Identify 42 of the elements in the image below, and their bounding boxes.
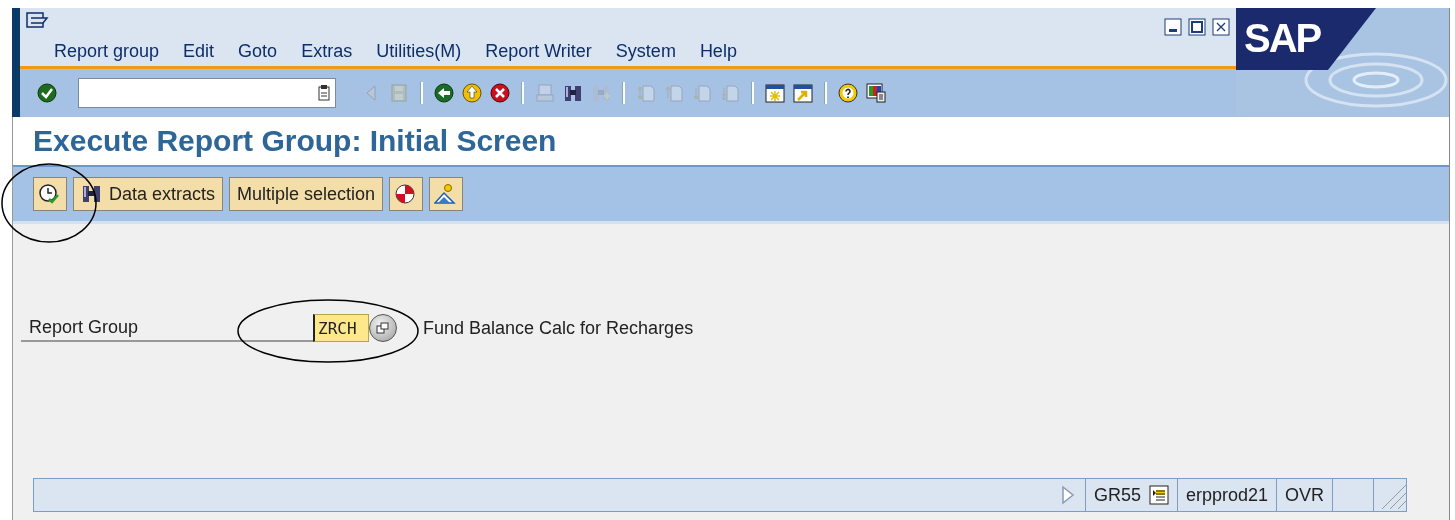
expand-triangle-icon[interactable] [1060, 485, 1075, 505]
menu-item[interactable]: Help [699, 41, 737, 62]
menu-item[interactable]: Report group [54, 41, 160, 62]
exit-icon[interactable] [461, 82, 483, 104]
mountain-button[interactable] [429, 177, 464, 211]
back-icon[interactable] [433, 82, 455, 104]
data-extracts-button[interactable]: Data extracts [73, 177, 224, 211]
new-window-icon[interactable] [764, 82, 786, 104]
multiple-selection-button[interactable]: Multiple selection [229, 177, 384, 211]
maximize-icon[interactable] [1188, 18, 1206, 36]
menu-item[interactable]: Goto [238, 41, 278, 62]
window-menu-icon[interactable] [26, 12, 50, 30]
minimize-icon[interactable] [1164, 18, 1182, 36]
windows-icon [376, 321, 390, 335]
input-field[interactable]: ZRCH [313, 314, 369, 342]
menu-item[interactable]: Utilities(M) [376, 41, 462, 62]
layout-icon[interactable] [865, 82, 887, 104]
input-mode: OVR [1276, 479, 1332, 511]
server-name: erpprod21 [1176, 479, 1276, 511]
field-description: Fund Balance Calc for Recharges [423, 317, 694, 339]
shortcut-icon[interactable] [792, 82, 814, 104]
cancel-icon[interactable] [489, 82, 511, 104]
logo: SAP [1244, 16, 1321, 61]
command-field[interactable] [78, 78, 336, 108]
transaction-code: GR55 [1093, 484, 1141, 506]
close-icon[interactable] [1212, 18, 1230, 36]
menu-item[interactable]: Extras [301, 41, 353, 62]
execute-button[interactable] [33, 177, 67, 211]
lifebuoy-button[interactable] [389, 177, 424, 211]
history-icon[interactable] [317, 84, 331, 102]
enter-icon[interactable] [36, 82, 58, 104]
help-icon[interactable] [837, 82, 859, 104]
clock-check-icon [39, 184, 59, 204]
binoculars-icon [83, 186, 100, 202]
search-help-button[interactable] [369, 314, 397, 342]
menu-item[interactable]: Report Writer [485, 41, 592, 62]
menu-item[interactable]: System [615, 41, 676, 62]
list-icon[interactable] [1148, 485, 1169, 505]
menu-item[interactable]: Edit [183, 41, 215, 62]
mountain-sun-icon [434, 184, 456, 204]
field-label: Report Group [21, 314, 313, 342]
lifebuoy-icon [395, 184, 415, 204]
